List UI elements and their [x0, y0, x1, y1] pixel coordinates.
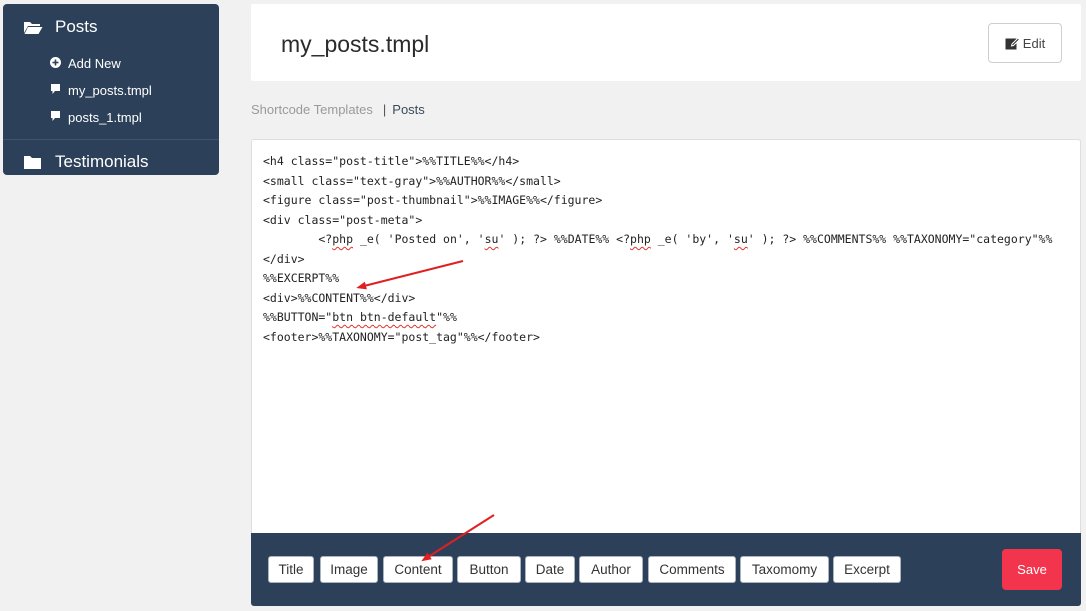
- sidebar-item-label: my_posts.tmpl: [68, 83, 152, 98]
- file-icon: [49, 110, 61, 125]
- sidebar-item-posts-1[interactable]: posts_1.tmpl: [3, 104, 219, 131]
- code-line: <small class="text-gray">%%AUTHOR%%</sma…: [263, 173, 561, 188]
- shortcode-toolbar: Title Image Content Button Date Author C…: [251, 533, 1081, 606]
- code-content[interactable]: <h4 class="post-title">%%TITLE%%</h4> <sm…: [263, 152, 1052, 347]
- insert-taxonomy-button[interactable]: Taxomomy: [740, 556, 829, 583]
- code-line: <footer>%%TAXONOMY="post_tag"%%</footer>: [263, 329, 540, 344]
- plus-circle-icon: [49, 56, 61, 71]
- sidebar-item-label: posts_1.tmpl: [68, 110, 142, 125]
- page-header: my_posts.tmpl Edit: [251, 4, 1081, 81]
- template-editor[interactable]: <h4 class="post-title">%%TITLE%%</h4> <sm…: [251, 139, 1081, 533]
- breadcrumb: Shortcode Templates | Posts: [251, 102, 425, 117]
- insert-author-button[interactable]: Author: [579, 556, 643, 583]
- breadcrumb-current: Posts: [392, 102, 425, 117]
- sidebar-item-my-posts[interactable]: my_posts.tmpl: [3, 77, 219, 104]
- code-line: <?php _e( 'Posted on', 'su' ); ?> %%DATE…: [263, 232, 1053, 246]
- sidebar-folder-label: Posts: [55, 17, 98, 36]
- folder-open-icon: [23, 20, 43, 35]
- insert-comments-button[interactable]: Comments: [648, 556, 736, 583]
- sidebar-folder-posts[interactable]: Posts: [3, 4, 219, 50]
- sidebar-item-add-new[interactable]: Add New: [3, 50, 219, 77]
- insert-button-button[interactable]: Button: [457, 556, 521, 583]
- code-line: <div>%%CONTENT%%</div>: [263, 290, 416, 305]
- code-line: %%BUTTON="btn btn-default"%%: [263, 310, 457, 324]
- code-line: <figure class="post-thumbnail">%%IMAGE%%…: [263, 193, 603, 207]
- sidebar-folder-testimonials[interactable]: Testimonials: [3, 140, 219, 184]
- edit-icon: [1005, 36, 1020, 49]
- insert-content-button[interactable]: Content: [383, 556, 453, 583]
- edit-button[interactable]: Edit: [988, 23, 1062, 63]
- breadcrumb-parent[interactable]: Shortcode Templates: [251, 102, 373, 117]
- breadcrumb-separator: |: [382, 102, 387, 117]
- insert-title-button[interactable]: Title: [268, 556, 314, 583]
- insert-excerpt-button[interactable]: Excerpt: [833, 556, 901, 583]
- code-line: %%EXCERPT%%: [263, 271, 340, 285]
- code-line: </div>: [263, 251, 305, 266]
- insert-date-button[interactable]: Date: [525, 556, 575, 583]
- save-button[interactable]: Save: [1002, 549, 1062, 590]
- file-icon: [49, 83, 61, 98]
- page-title: my_posts.tmpl: [281, 31, 430, 57]
- sidebar: Posts Add New my_posts.tmpl posts_1.tmpl…: [3, 4, 219, 175]
- sidebar-item-label: Add New: [68, 56, 121, 71]
- sidebar-folder-label: Testimonials: [55, 152, 149, 171]
- code-line: <h4 class="post-title">%%TITLE%%</h4>: [263, 154, 520, 168]
- folder-icon: [23, 155, 43, 170]
- code-line: <div class="post-meta">: [263, 212, 423, 227]
- insert-image-button[interactable]: Image: [320, 556, 378, 583]
- edit-button-label: Edit: [1022, 35, 1046, 51]
